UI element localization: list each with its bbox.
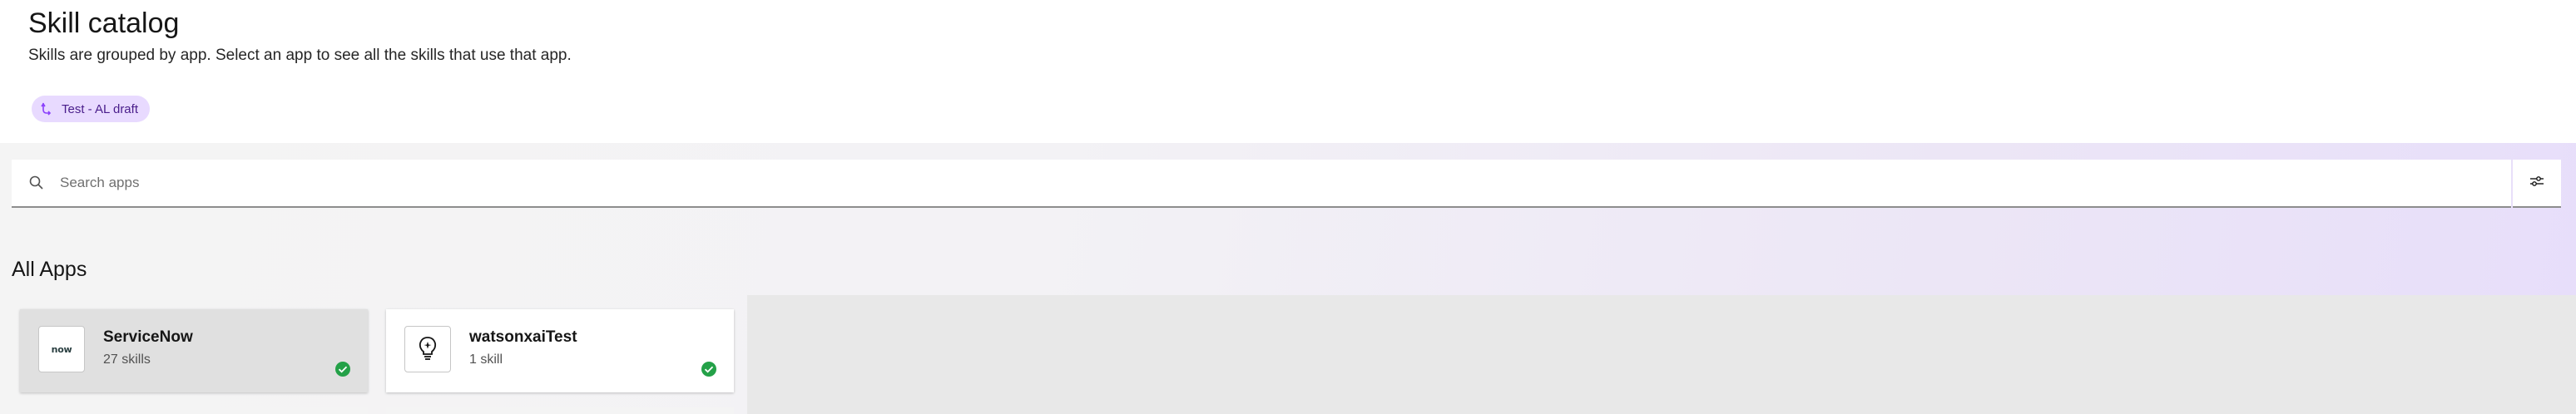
search-icon <box>28 175 45 191</box>
flow-icon <box>40 102 52 116</box>
draft-tag-label: Test - AL draft <box>62 101 138 116</box>
app-card-servicenow[interactable]: now ServiceNow 27 skills <box>20 309 368 392</box>
servicenow-logo: now <box>38 326 85 372</box>
empty-detail-panel <box>747 295 2576 414</box>
app-card-watsonxaitest[interactable]: watsonxaiTest 1 skill <box>386 309 734 392</box>
app-skill-count: 27 skills <box>103 352 151 367</box>
page-header: Skill catalog Skills are grouped by app.… <box>0 0 2576 143</box>
app-card-next-row[interactable] <box>20 407 368 414</box>
filter-button[interactable] <box>2513 160 2561 208</box>
draft-tag[interactable]: Test - AL draft <box>32 96 150 122</box>
servicenow-logo-text: now <box>51 343 72 355</box>
lightbulb-logo <box>404 326 451 372</box>
app-card-next-row[interactable] <box>386 407 734 414</box>
app-name: watsonxaiTest <box>469 328 577 346</box>
page-title: Skill catalog <box>28 7 180 39</box>
section-heading-all-apps: All Apps <box>12 258 87 281</box>
app-skill-count: 1 skill <box>469 352 503 367</box>
search-input[interactable] <box>60 160 2473 206</box>
search-bar <box>12 160 2511 208</box>
page-subtitle: Skills are grouped by app. Select an app… <box>28 47 572 64</box>
app-name: ServiceNow <box>103 328 193 346</box>
check-icon <box>701 361 717 377</box>
check-icon <box>334 361 351 377</box>
filter-sliders-icon <box>2529 173 2545 194</box>
catalog-content: All Apps now ServiceNow 27 skills <box>0 143 2576 414</box>
lightbulb-icon <box>414 333 442 366</box>
